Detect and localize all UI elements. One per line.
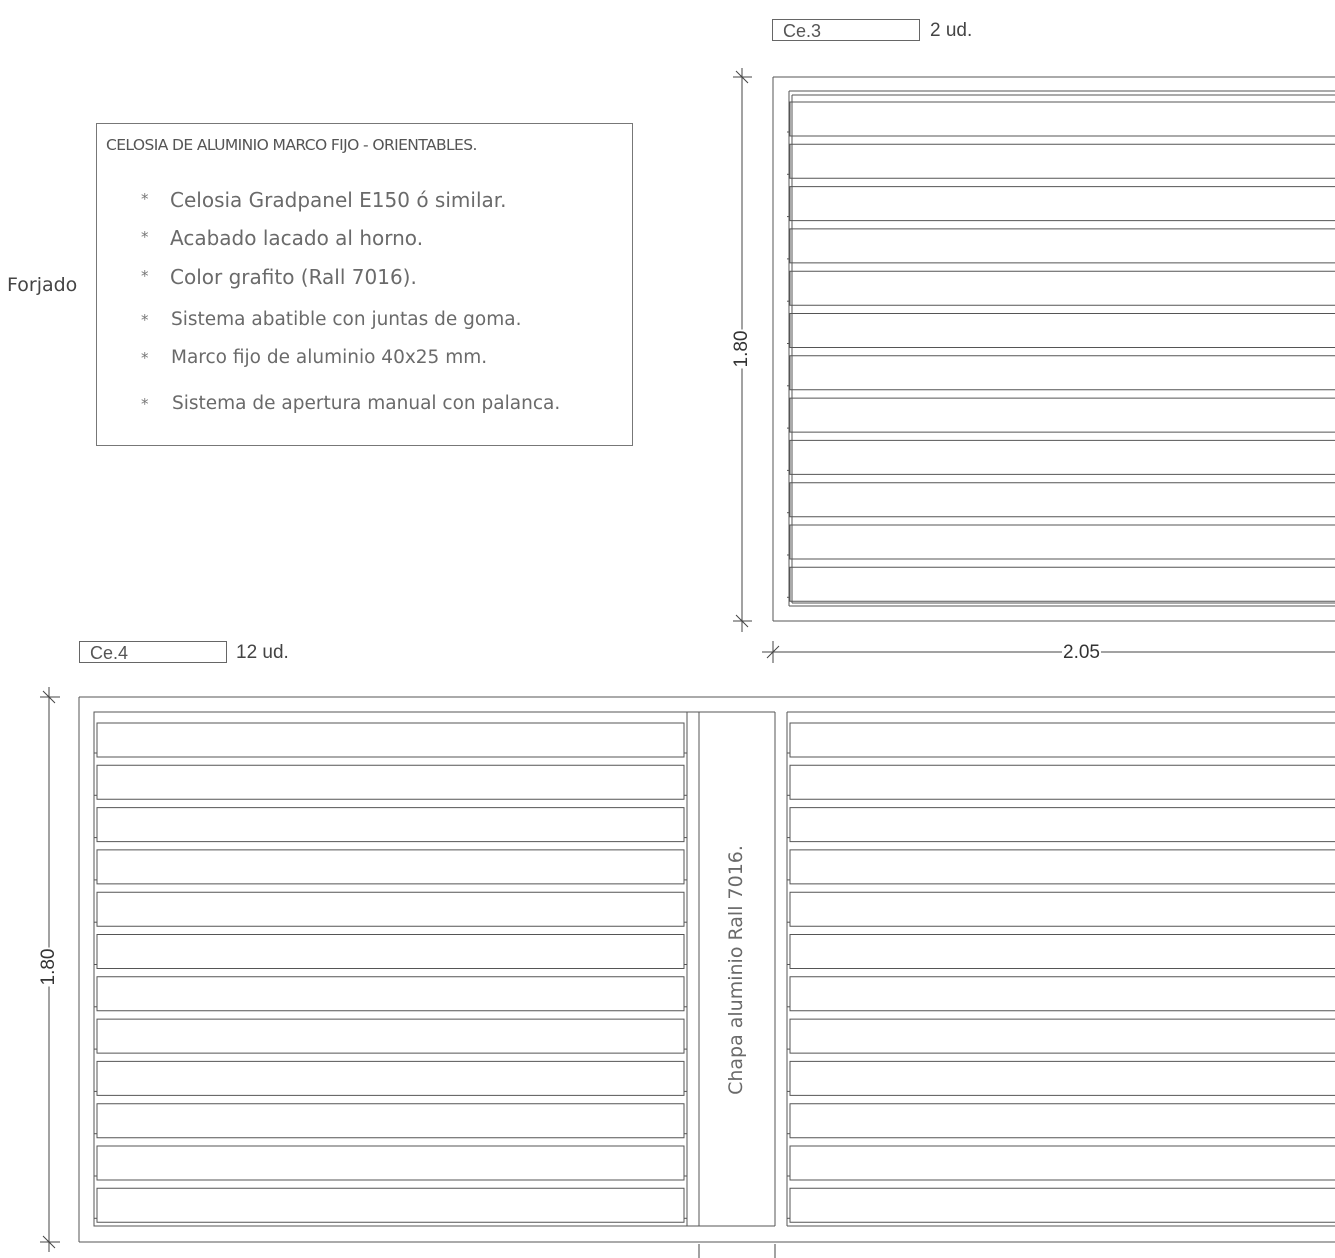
ce3-dimension-lines (733, 68, 1335, 663)
ce4-tag: Ce.4 (79, 641, 227, 663)
ce3-louver-frame (772, 76, 1335, 622)
spec-item: Marco fijo de aluminio 40x25 mm. (171, 347, 488, 368)
ce4-louver-frame (78, 696, 1335, 1243)
slat (94, 891, 687, 927)
slat (94, 1145, 687, 1181)
slat (787, 270, 1335, 306)
slat (94, 1103, 687, 1139)
spec-bullet: * (141, 190, 149, 208)
slat (787, 524, 1335, 560)
slat (787, 397, 1335, 433)
spec-item: Sistema abatible con juntas de goma. (171, 309, 522, 330)
slat (787, 764, 1335, 800)
ce3-quantity: 2 ud. (930, 20, 973, 41)
spec-bullet: * (141, 311, 149, 329)
ce4-panel-note: Chapa aluminio Rall 7016. (725, 845, 747, 1095)
slat (94, 807, 687, 843)
slat (787, 482, 1335, 518)
slat (787, 934, 1335, 969)
slat (787, 355, 1335, 391)
spec-bullet: * (141, 228, 149, 246)
slat (787, 439, 1335, 475)
slat (787, 1187, 1335, 1223)
slat (787, 1060, 1335, 1096)
ce3-width-dimension: 2.05 (1062, 642, 1101, 664)
slat (787, 849, 1335, 885)
slat (787, 1018, 1335, 1054)
ce4-height-dimension: 1.80 (38, 947, 60, 987)
slat (787, 807, 1335, 843)
ce3-height-dimension: 1.80 (731, 329, 753, 369)
slat (94, 849, 687, 885)
slat (94, 1018, 687, 1054)
ce4-dimension-lines (40, 687, 776, 1258)
spec-item: Acabado lacado al horno. (170, 226, 424, 250)
slat (94, 1187, 687, 1223)
slat (94, 934, 687, 969)
slat (787, 976, 1335, 1012)
spec-item: Sistema de apertura manual con palanca. (172, 393, 561, 414)
slat (787, 143, 1335, 179)
spec-bullet: * (141, 395, 149, 413)
slat (787, 891, 1335, 927)
slat (94, 722, 687, 758)
forjado-label: Forjado (7, 274, 78, 296)
spec-title: CELOSIA DE ALUMINIO MARCO FIJO - ORIENTA… (106, 136, 477, 154)
slat (787, 1103, 1335, 1139)
spec-bullet: * (141, 349, 149, 367)
slat (787, 186, 1335, 222)
slat (94, 764, 687, 800)
ce4-slats (94, 722, 1335, 1223)
ce4-quantity: 12 ud. (236, 642, 289, 663)
ce3-slats (787, 101, 1335, 602)
slat (787, 566, 1335, 602)
spec-item: Color grafito (Rall 7016). (170, 265, 417, 289)
slat (787, 722, 1335, 758)
slat (787, 228, 1335, 264)
ce3-tag: Ce.3 (772, 19, 920, 41)
slat (94, 1060, 687, 1096)
slat (787, 1145, 1335, 1181)
spec-item: Celosia Gradpanel E150 ó similar. (170, 188, 507, 212)
slat (787, 313, 1335, 348)
slat (787, 101, 1335, 137)
spec-bullet: * (141, 267, 149, 285)
slat (94, 976, 687, 1012)
